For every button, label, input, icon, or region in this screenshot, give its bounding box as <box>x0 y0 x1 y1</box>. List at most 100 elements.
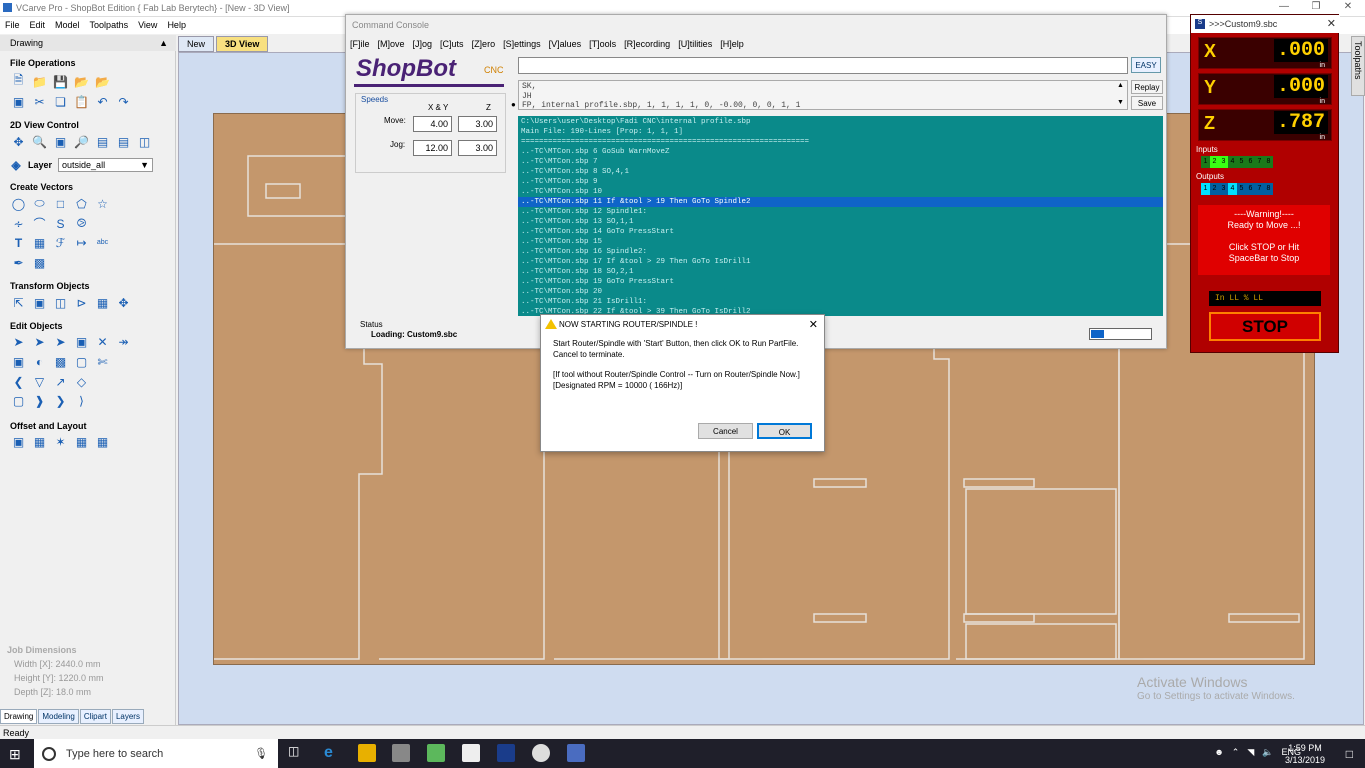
tab-new[interactable]: New <box>178 36 215 52</box>
save-button[interactable]: Save <box>1131 96 1163 110</box>
rounded-rect-icon[interactable]: ▢ <box>10 392 27 409</box>
circle-icon[interactable]: ◯ <box>10 195 27 212</box>
menu-file[interactable]: File <box>0 17 25 33</box>
zoom-out-icon[interactable]: 🔎 <box>73 133 90 150</box>
circular-copy-icon[interactable]: ✶ <box>52 433 69 450</box>
replay-button[interactable]: Replay <box>1131 80 1163 94</box>
distribute-icon[interactable]: ▦ <box>94 294 111 311</box>
vcarve-icon[interactable] <box>497 744 515 762</box>
save-file-icon[interactable]: 💾 <box>52 73 69 90</box>
command-history[interactable]: SK, JH FP, internal profile.sbp, 1, 1, 1… <box>518 80 1128 110</box>
notification-icon[interactable]: □ <box>1346 747 1353 761</box>
menu-edit[interactable]: Edit <box>25 17 51 33</box>
trim-icon[interactable]: ✕ <box>94 333 111 350</box>
star-icon[interactable]: ☆ <box>94 195 111 212</box>
nesting-icon[interactable]: ▦ <box>73 433 90 450</box>
bitmap-trace-icon[interactable]: ▩ <box>31 254 48 271</box>
open-file-icon[interactable]: 📁 <box>31 73 48 90</box>
network-icon[interactable]: ◥ <box>1247 747 1254 758</box>
clock[interactable]: 1:59 PM 3/13/2019 <box>1285 742 1325 766</box>
move-z-field[interactable]: 3.00 <box>458 116 497 132</box>
text-icon[interactable]: T <box>10 234 27 251</box>
output-indicator[interactable]: 2 <box>1210 183 1219 195</box>
console-menu-utilities[interactable]: [U]tilities <box>678 39 712 49</box>
taskbar-search[interactable]: Type here to search 🎙 <box>34 739 278 768</box>
node-pen-icon[interactable]: ✒ <box>10 254 27 271</box>
maximize-icon[interactable]: ❐ <box>1302 1 1330 15</box>
console-menu-help[interactable]: [H]elp <box>720 39 744 49</box>
console-menu-jog[interactable]: [J]og <box>413 39 433 49</box>
pin-icon[interactable]: ▲ <box>159 38 168 48</box>
history-item[interactable]: FP, internal profile.sbp, 1, 1, 1, 1, 0,… <box>522 101 1124 111</box>
scale-icon[interactable]: ▣ <box>31 294 48 311</box>
y-axis-readout[interactable]: Y .000 in <box>1198 73 1332 105</box>
tab-modeling[interactable]: Modeling <box>38 709 79 724</box>
tab-clipart[interactable]: Clipart <box>79 709 111 724</box>
code-line[interactable]: ..-TC\MTCon.sbp 7 <box>521 157 1160 167</box>
spiral-icon[interactable]: ⧁ <box>73 215 90 232</box>
node-edit-icon[interactable]: ➤ <box>31 333 48 350</box>
outputs-indicators[interactable]: 12345678 <box>1201 183 1273 195</box>
copy-icon[interactable]: ❏ <box>52 93 69 110</box>
task-view-icon[interactable]: ◫ <box>288 744 306 762</box>
file-explorer-icon[interactable] <box>358 744 376 762</box>
console-menu-move[interactable]: [M]ove <box>378 39 405 49</box>
history-item[interactable]: SK, <box>522 82 1124 92</box>
toolpaths-side-tab[interactable]: Toolpaths <box>1351 36 1365 96</box>
console-menu-cuts[interactable]: [C]uts <box>440 39 464 49</box>
output-indicator[interactable]: 3 <box>1219 183 1228 195</box>
code-line[interactable]: ..-TC\MTCon.sbp 11 If &tool > 19 Then Go… <box>518 197 1163 207</box>
console-menu-recording[interactable]: [R]ecording <box>624 39 670 49</box>
rectangle-icon[interactable]: □ <box>52 195 69 212</box>
interactive-icon[interactable]: ▣ <box>73 333 90 350</box>
move-xy-field[interactable]: 4.00 <box>413 116 452 132</box>
microphone-icon[interactable]: 🎙 <box>254 747 268 760</box>
output-indicator[interactable]: 6 <box>1246 183 1255 195</box>
console-menu-zero[interactable]: [Z]ero <box>472 39 496 49</box>
import-bitmap-icon[interactable]: 📂 <box>94 73 111 90</box>
new-file-icon[interactable]: 🗎 <box>10 73 27 90</box>
people-icon[interactable]: ☻ <box>1214 747 1223 758</box>
subtract-icon[interactable]: ◐ <box>31 353 48 370</box>
code-line[interactable]: ..-TC\MTCon.sbp 12 Spindle1: <box>521 207 1160 217</box>
transform-select-icon[interactable]: ➤ <box>52 333 69 350</box>
easy-button[interactable]: EASY <box>1131 57 1161 73</box>
zoom-box-icon[interactable]: 🔍 <box>31 133 48 150</box>
output-indicator[interactable]: 5 <box>1237 183 1246 195</box>
mail-icon[interactable] <box>462 744 480 762</box>
bracket-right-icon[interactable]: ❱ <box>31 392 48 409</box>
code-line[interactable]: ..-TC\MTCon.sbp 6 GoSub WarnMoveZ <box>521 147 1160 157</box>
history-item[interactable]: JH <box>522 92 1124 102</box>
menu-help[interactable]: Help <box>162 17 191 33</box>
close-icon[interactable]: ✕ <box>809 318 818 331</box>
job-setup-icon[interactable]: ▣ <box>10 93 27 110</box>
dimension-icon[interactable]: ↦ <box>73 234 90 251</box>
scroll-up-icon[interactable]: ▲ <box>1117 82 1124 89</box>
scroll-down-icon[interactable]: ▼ <box>1117 99 1124 106</box>
minimize-icon[interactable]: — <box>1270 1 1298 15</box>
arrow-right-icon[interactable]: ❯ <box>52 392 69 409</box>
tab-layers[interactable]: Layers <box>111 709 144 724</box>
import-vectors-icon[interactable]: 📂 <box>73 73 90 90</box>
x-axis-readout[interactable]: X .000 in <box>1198 37 1332 69</box>
code-line[interactable]: ..-TC\MTCon.sbp 20 <box>521 287 1160 297</box>
offset-icon[interactable]: ▣ <box>10 433 27 450</box>
output-indicator[interactable]: 1 <box>1201 183 1210 195</box>
text-frame-icon[interactable]: ▦ <box>31 234 48 251</box>
mirror-icon[interactable]: ⊳ <box>73 294 90 311</box>
intersect-icon[interactable]: ▩ <box>52 353 69 370</box>
shopbot-taskbar-icon[interactable] <box>567 744 585 762</box>
code-line[interactable]: ..-TC\MTCon.sbp 17 If &tool > 29 Then Go… <box>521 257 1160 267</box>
command-input[interactable] <box>518 57 1128 74</box>
curve-right-icon[interactable]: ⟩ <box>73 392 90 409</box>
code-line[interactable]: ..-TC\MTCon.sbp 10 <box>521 187 1160 197</box>
curve-icon[interactable]: S <box>52 215 69 232</box>
jog-xy-field[interactable]: 12.00 <box>413 140 452 156</box>
cut-icon[interactable]: ✂ <box>31 93 48 110</box>
tiling-icon[interactable]: ▦ <box>94 433 111 450</box>
pan-icon[interactable]: ✥ <box>10 133 27 150</box>
extend-icon[interactable]: ↠ <box>115 333 132 350</box>
menu-model[interactable]: Model <box>50 17 85 33</box>
move-icon[interactable]: ⇱ <box>10 294 27 311</box>
scissors-icon[interactable]: ✄ <box>94 353 111 370</box>
